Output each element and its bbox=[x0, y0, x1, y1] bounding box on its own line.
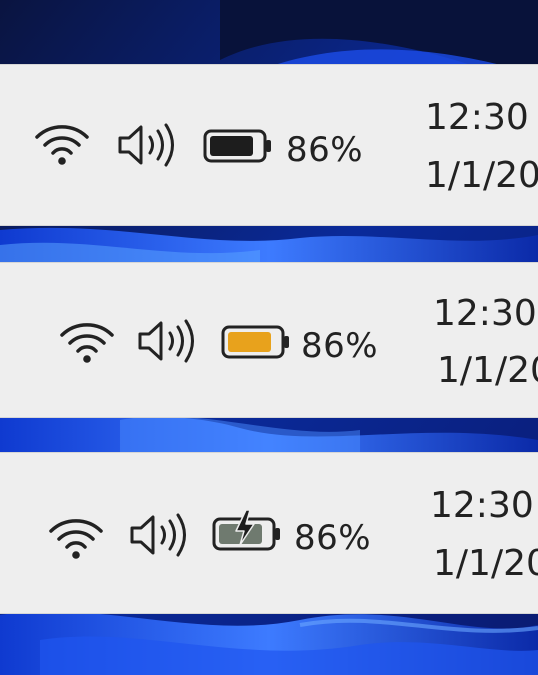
battery-percent: 86% bbox=[286, 130, 364, 170]
volume-icon[interactable] bbox=[129, 511, 189, 559]
clock-time[interactable]: 12:30 bbox=[433, 296, 537, 332]
battery-fill bbox=[228, 332, 271, 352]
battery-icon[interactable] bbox=[203, 129, 273, 163]
clock-date[interactable]: 1/1/20 bbox=[437, 353, 538, 389]
clock-date[interactable]: 1/1/20 bbox=[425, 158, 538, 194]
wifi-icon[interactable] bbox=[58, 317, 116, 365]
taskbar-tray-normal: 86% 12:30 1/1/20 bbox=[0, 64, 538, 226]
wifi-icon[interactable] bbox=[33, 119, 91, 167]
volume-icon[interactable] bbox=[137, 317, 197, 365]
taskbar-tray-low-power: 86% 12:30 1/1/20 bbox=[0, 262, 538, 418]
battery-icon[interactable] bbox=[212, 509, 286, 553]
battery-icon[interactable] bbox=[221, 325, 291, 359]
taskbar-tray-charging: 86% 12:30 1/1/20 bbox=[0, 452, 538, 614]
battery-fill bbox=[210, 136, 253, 156]
clock-time[interactable]: 12:30 bbox=[425, 100, 529, 136]
clock-time[interactable]: 12:30 bbox=[430, 488, 534, 524]
battery-percent: 86% bbox=[301, 326, 379, 366]
battery-percent: 86% bbox=[294, 518, 372, 558]
volume-icon[interactable] bbox=[117, 121, 177, 169]
wifi-icon[interactable] bbox=[47, 513, 105, 561]
clock-date[interactable]: 1/1/20 bbox=[433, 546, 538, 582]
